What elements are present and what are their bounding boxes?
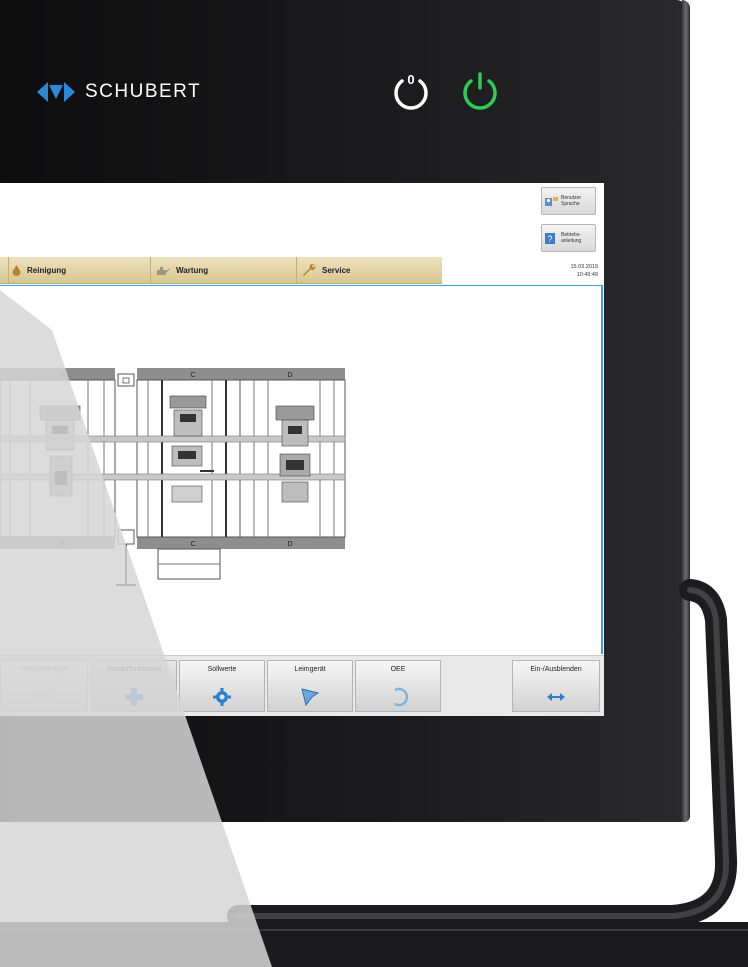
leimgeraet-button[interactable]: Leimgerät: [267, 660, 353, 712]
wrench-icon: [303, 264, 316, 276]
station-label-top-d: D: [287, 372, 292, 379]
station-label-top-c: C: [190, 372, 195, 379]
menu-separator: [296, 257, 297, 283]
brand-name: SCHUBERT: [85, 81, 202, 102]
sollwerte-button[interactable]: Sollwerte: [179, 660, 265, 712]
menu-bar: Reinigung Wartung Service 15.03.2019 10:…: [0, 255, 604, 285]
user-language-label-2: Sprache: [561, 201, 580, 207]
user-flag-icon: [545, 196, 558, 206]
brand-logo: SCHUBERT: [37, 79, 201, 105]
schubert-logo-icon: [37, 82, 75, 102]
teilschaltfolgen-button[interactable]: Teilschaltfolgen: [0, 660, 88, 712]
menu-item-service[interactable]: Service: [302, 257, 350, 283]
sollwerte-label: Sollwerte: [207, 666, 237, 673]
svg-text:0: 0: [407, 72, 414, 87]
monitor-bezel: SCHUBERT 0 Benutzer Sprache ? Betriebs-an…: [0, 0, 690, 822]
manual-button[interactable]: ? Betriebs-anleitung: [541, 224, 596, 252]
sonderfunktionen-button[interactable]: Sonderfunktionen: [91, 660, 177, 712]
machine-layout-diagram: B C D B C D: [0, 368, 346, 586]
ein-ausblenden-button[interactable]: Ein-/Ausblenden: [512, 660, 600, 712]
menu-item-label: Reinigung: [27, 265, 67, 275]
plus-icon: [125, 688, 143, 706]
machine-overview: B C D B C D: [0, 285, 603, 654]
menu-item-wartung[interactable]: Wartung: [156, 257, 208, 283]
bezel-edge: [682, 0, 690, 822]
date-text: 15.03.2019: [570, 264, 598, 270]
skip-forward-icon: [36, 692, 53, 702]
sonderfunktionen-label: Sonderfunktionen: [106, 666, 162, 673]
oee-label: OEE: [390, 666, 406, 673]
menu-item-reinigung[interactable]: Reinigung: [12, 257, 66, 283]
glue-gun-icon: [301, 688, 320, 707]
teilschaltfolgen-label: Teilschaltfolgen: [20, 666, 68, 673]
oee-arc-icon: [394, 687, 408, 707]
drop-icon: [12, 264, 21, 276]
oil-can-icon: [157, 267, 170, 275]
station-label-bottom-b: B: [61, 541, 66, 548]
touch-screen: Benutzer Sprache ? Betriebs-anleitung Rei…: [0, 183, 604, 716]
menu-separator: [8, 257, 9, 283]
top-bar: Benutzer Sprache ? Betriebs-anleitung: [0, 183, 604, 255]
station-label-bottom-c: C: [190, 541, 195, 548]
power-on-icon[interactable]: [458, 70, 502, 114]
svg-text:?: ?: [547, 234, 552, 244]
ein-ausblenden-label: Ein-/Ausblenden: [530, 666, 582, 673]
station-label-top-b: B: [61, 372, 66, 379]
gear-icon: [213, 688, 231, 706]
time-text: 10:49:49: [576, 272, 598, 278]
menu-item-label: Service: [322, 265, 351, 275]
power-off-icon[interactable]: 0: [389, 70, 433, 114]
datetime: 15.03.2019 10:49:49: [570, 263, 598, 279]
station-label-bottom-d: D: [287, 541, 292, 548]
function-bar: Teilschaltfolgen Sonderfunktionen Sollwe…: [0, 655, 604, 716]
help-icon: ?: [545, 232, 555, 244]
menu-item-label: Wartung: [176, 265, 209, 275]
manual-label-2: anleitung: [561, 238, 582, 244]
menu-separator: [150, 257, 151, 283]
expand-horizontal-icon: [547, 693, 565, 701]
user-language-button[interactable]: Benutzer Sprache: [541, 187, 596, 215]
leimgeraet-label: Leimgerät: [294, 666, 326, 673]
menu-strip: [0, 257, 442, 284]
oee-button[interactable]: OEE: [355, 660, 441, 712]
